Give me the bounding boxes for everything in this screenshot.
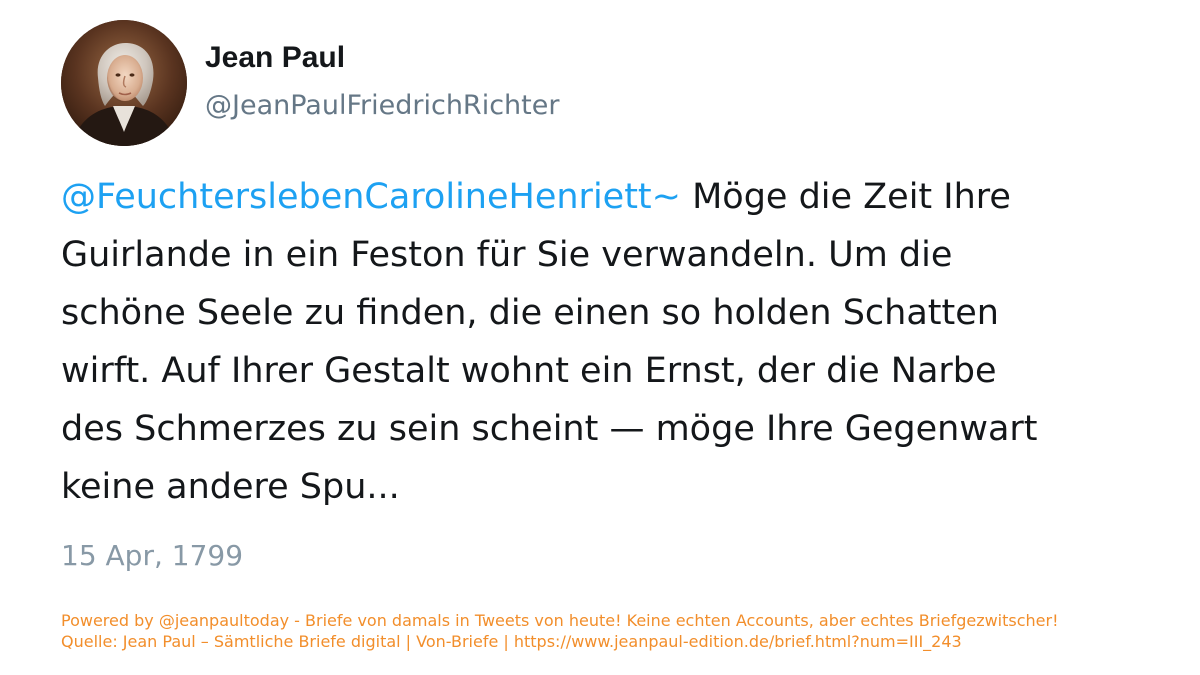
footer-line-powered: Powered by @jeanpaultoday - Briefe von d… — [61, 611, 1059, 630]
portrait-image — [61, 20, 187, 146]
tweet-body: Möge die Zeit Ihre Guirlande in ein Fest… — [61, 177, 1038, 507]
footer-notice: Powered by @jeanpaultoday - Briefe von d… — [61, 610, 1161, 652]
author-handle[interactable]: @JeanPaulFriedrichRichter — [205, 88, 559, 124]
avatar[interactable] — [61, 20, 187, 146]
tweet-date: 15 Apr, 1799 — [61, 539, 244, 572]
mention-link[interactable]: @FeuchterslebenCarolineHenriett~ — [61, 177, 681, 217]
author-name[interactable]: Jean Paul — [205, 40, 345, 76]
footer-line-source: Quelle: Jean Paul – Sämtliche Briefe dig… — [61, 632, 962, 651]
tweet-text: @FeuchterslebenCarolineHenriett~ Möge di… — [61, 168, 1141, 516]
tweet-card: Jean Paul @JeanPaulFriedrichRichter @Feu… — [0, 0, 1200, 675]
